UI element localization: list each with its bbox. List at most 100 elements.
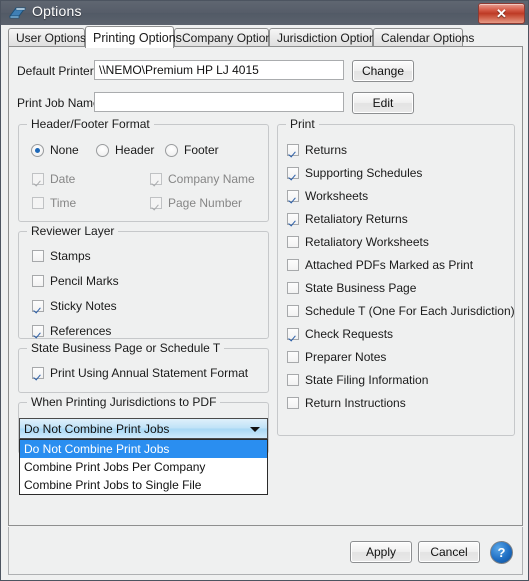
close-button[interactable]: ✕ <box>478 3 525 24</box>
checkbox-worksheets-label: Worksheets <box>305 189 369 203</box>
dropdown-option-combine-per-company[interactable]: Combine Print Jobs Per Company <box>20 458 267 476</box>
reviewer-layer-group: Reviewer Layer Stamps Pencil Marks Stick… <box>18 224 269 339</box>
pdf-jurisdictions-title: When Printing Jurisdictions to PDF <box>27 395 221 409</box>
radio-header-label: Header <box>115 143 155 157</box>
change-printer-button[interactable]: Change <box>352 60 414 82</box>
checkbox-state-business-page[interactable]: State Business Page <box>287 281 416 295</box>
reviewer-layer-title: Reviewer Layer <box>27 224 119 238</box>
checkbox-preparer-notes-label: Preparer Notes <box>305 350 387 364</box>
checkbox-time-indicator <box>32 197 44 209</box>
checkbox-stamps-indicator <box>32 250 44 262</box>
checkbox-retaliatory-worksheets-indicator <box>287 236 299 248</box>
default-printer-label: Default Printer: <box>17 64 98 78</box>
checkbox-sticky-notes-indicator <box>32 300 44 312</box>
print-group-title: Print <box>286 117 319 131</box>
checkbox-print-using-annual-statement-format[interactable]: Print Using Annual Statement Format <box>32 366 248 380</box>
dialog-footer: Apply Cancel ? <box>8 527 523 575</box>
checkbox-references[interactable]: References <box>32 324 111 338</box>
tab-label: Printing Options <box>93 30 182 45</box>
checkbox-pencil-marks-label: Pencil Marks <box>50 274 119 288</box>
tab-label: User Options <box>16 31 87 45</box>
checkbox-return-instructions-indicator <box>287 397 299 409</box>
state-business-page-group: State Business Page or Schedule T Print … <box>18 341 269 393</box>
close-icon: ✕ <box>496 5 507 21</box>
tab-label: Company Options <box>182 31 279 45</box>
checkbox-check-requests-indicator <box>287 328 299 340</box>
edit-job-name-button[interactable]: Edit <box>352 92 414 114</box>
checkbox-attached-pdfs-marked-as-print-label: Attached PDFs Marked as Print <box>305 258 474 272</box>
checkbox-supporting-schedules-label: Supporting Schedules <box>305 166 423 180</box>
cancel-button[interactable]: Cancel <box>418 541 480 563</box>
tab-label: Jurisdiction Options <box>277 31 382 45</box>
checkbox-state-business-page-label: State Business Page <box>305 281 417 295</box>
tab-user-options[interactable]: User Options <box>8 28 87 47</box>
checkbox-stamps-label: Stamps <box>50 249 91 263</box>
checkbox-retaliatory-returns[interactable]: Retaliatory Returns <box>287 212 408 226</box>
default-printer-input[interactable]: \\NEMO\Premium HP LJ 4015 <box>94 60 344 80</box>
radio-footer-indicator <box>165 143 178 157</box>
checkbox-sticky-notes[interactable]: Sticky Notes <box>32 299 117 313</box>
radio-footer[interactable]: Footer <box>165 143 219 157</box>
checkbox-page-number-indicator <box>150 197 162 209</box>
checkbox-state-business-page-indicator <box>287 282 299 294</box>
help-icon[interactable]: ? <box>490 541 513 564</box>
checkbox-state-filing-information[interactable]: State Filing Information <box>287 373 428 387</box>
dropdown-option-do-not-combine[interactable]: Do Not Combine Print Jobs <box>20 440 267 458</box>
checkbox-worksheets[interactable]: Worksheets <box>287 189 368 203</box>
tab-company-options[interactable]: Company Options <box>174 28 278 47</box>
checkbox-schedule-t[interactable]: Schedule T (One For Each Jurisdiction) <box>287 304 515 318</box>
checkbox-preparer-notes[interactable]: Preparer Notes <box>287 350 386 364</box>
apply-button[interactable]: Apply <box>350 541 412 563</box>
checkbox-pencil-marks[interactable]: Pencil Marks <box>32 274 119 288</box>
checkbox-attached-pdfs-marked-as-print[interactable]: Attached PDFs Marked as Print <box>287 258 473 272</box>
radio-none-label: None <box>50 143 79 157</box>
tab-printing-options[interactable]: Printing Options <box>85 26 182 48</box>
checkbox-print-using-annual-statement-format-indicator <box>32 367 44 379</box>
checkbox-pencil-marks-indicator <box>32 275 44 287</box>
checkbox-worksheets-indicator <box>287 190 299 202</box>
checkbox-supporting-schedules[interactable]: Supporting Schedules <box>287 166 422 180</box>
combine-print-jobs-selected-value: Do Not Combine Print Jobs <box>24 421 170 436</box>
radio-none-indicator <box>31 143 44 157</box>
radio-footer-label: Footer <box>184 143 219 157</box>
checkbox-date-label: Date <box>50 172 76 186</box>
print-job-name-input[interactable] <box>94 92 344 112</box>
checkbox-supporting-schedules-indicator <box>287 167 299 179</box>
checkbox-returns[interactable]: Returns <box>287 143 347 157</box>
printing-options-panel: Default Printer: \\NEMO\Premium HP LJ 40… <box>8 46 523 526</box>
window-title: Options <box>32 3 82 19</box>
radio-none[interactable]: None <box>31 143 79 157</box>
checkbox-page-number[interactable]: Page Number <box>150 196 242 210</box>
print-group: Print Returns Supporting Schedules Works… <box>277 117 515 436</box>
checkbox-date-indicator <box>32 173 44 185</box>
checkbox-retaliatory-worksheets[interactable]: Retaliatory Worksheets <box>287 235 429 249</box>
tab-calendar-options[interactable]: Calendar Options <box>373 28 474 47</box>
options-book-icon <box>9 7 26 19</box>
checkbox-references-indicator <box>32 325 44 337</box>
checkbox-time[interactable]: Time <box>32 196 76 210</box>
header-footer-format-title: Header/Footer Format <box>27 117 154 131</box>
combine-print-jobs-dropdown-list[interactable]: Do Not Combine Print Jobs Combine Print … <box>19 439 268 495</box>
checkbox-preparer-notes-indicator <box>287 351 299 363</box>
checkbox-company-name[interactable]: Company Name <box>150 172 255 186</box>
checkbox-schedule-t-indicator <box>287 305 299 317</box>
checkbox-return-instructions-label: Return Instructions <box>305 396 406 410</box>
radio-header[interactable]: Header <box>96 143 154 157</box>
checkbox-date[interactable]: Date <box>32 172 75 186</box>
dropdown-option-combine-single-file[interactable]: Combine Print Jobs to Single File <box>20 476 267 494</box>
checkbox-time-label: Time <box>50 196 77 210</box>
checkbox-retaliatory-returns-indicator <box>287 213 299 225</box>
checkbox-check-requests[interactable]: Check Requests <box>287 327 393 341</box>
checkbox-return-instructions[interactable]: Return Instructions <box>287 396 406 410</box>
print-job-name-label: Print Job Name: <box>17 96 104 110</box>
checkbox-attached-pdfs-marked-as-print-indicator <box>287 259 299 271</box>
tab-strip: User Options Printing Options Company Op… <box>8 26 523 48</box>
tab-jurisdiction-options[interactable]: Jurisdiction Options <box>269 28 382 47</box>
checkbox-company-name-label: Company Name <box>168 172 255 186</box>
checkbox-schedule-t-label: Schedule T (One For Each Jurisdiction) <box>305 304 515 318</box>
header-footer-format-group: Header/Footer Format None Header Footer … <box>18 117 269 222</box>
checkbox-check-requests-label: Check Requests <box>305 327 394 341</box>
combine-print-jobs-select[interactable]: Do Not Combine Print Jobs <box>19 418 268 439</box>
checkbox-sticky-notes-label: Sticky Notes <box>50 299 117 313</box>
checkbox-stamps[interactable]: Stamps <box>32 249 91 263</box>
